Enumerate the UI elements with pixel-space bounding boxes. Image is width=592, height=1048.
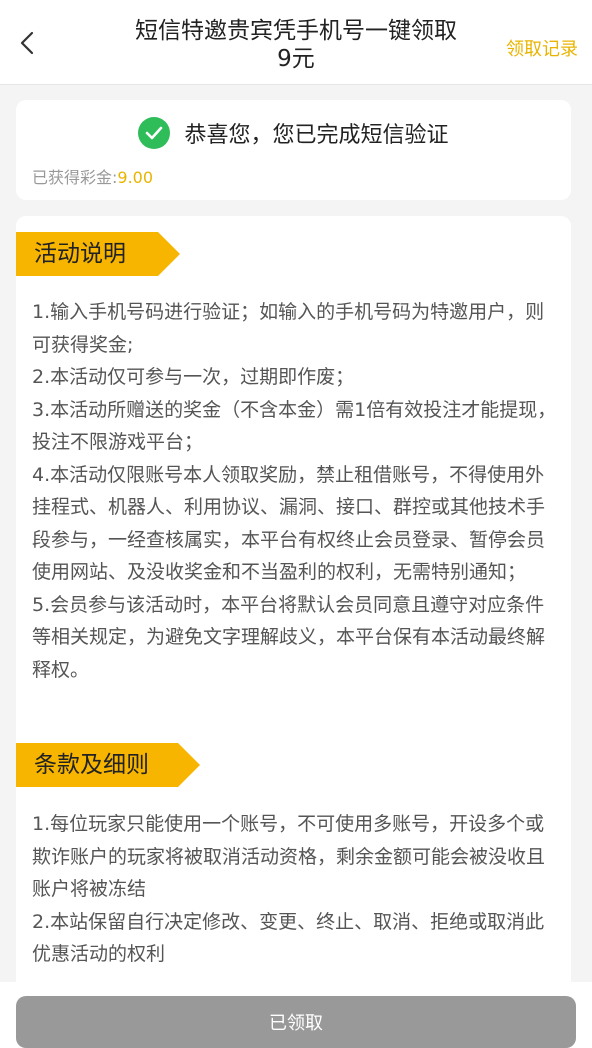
terms-section-tag: 条款及细则 [16,743,200,787]
page-title: 短信特邀贵宾凭手机号一键领取 9元 [110,17,482,73]
terms-rules-list: 1.每位玩家只能使用一个账号，不可使用多账号，开设多个或欺诈账户的玩家将被取消活… [32,808,560,971]
activity-rule-item: 3.本活动所赠送的奖金（不含本金）需1倍有效投注才能提现，投注不限游戏平台； [32,398,557,454]
page-title-line-2: 9元 [277,46,315,72]
chevron-left-icon [20,31,34,55]
activity-section-tag: 活动说明 [16,232,180,276]
verification-status: 恭喜您，您已完成短信验证 [16,116,571,150]
bonus-label: 已获得彩金: [32,168,118,187]
claimed-button[interactable]: 已领取 [16,996,576,1048]
page-title-line-1: 短信特邀贵宾凭手机号一键领取 [135,18,457,44]
check-circle-icon [138,117,171,149]
bonus-value: 9.00 [117,168,154,187]
activity-rule-item: 4.本活动仅限账号本人领取奖励，禁止租借账号，不得使用外挂程式、机器人、利用协议… [32,463,546,584]
activity-rule-item: 1.输入手机号码进行验证；如输入的手机号码为特邀用户，则可获得奖金; [32,301,545,356]
activity-rule-item: 5.会员参与该活动时，本平台将默认会员同意且遵守对应条件等相关规定，为避免文字理… [32,593,546,681]
bottom-action-bar: 已领取 [0,982,592,1048]
activity-section-title: 活动说明 [34,241,126,267]
verification-card: 恭喜您，您已完成短信验证 已获得彩金:9.00 [16,100,571,200]
verification-message: 恭喜您，您已完成短信验证 [184,123,449,148]
activity-rule-item: 2.本活动仅可参与一次，过期即作废； [32,366,355,388]
rules-card: 活动说明 1.输入手机号码进行验证；如输入的手机号码为特邀用户，则可获得奖金; … [16,216,571,996]
terms-section-title: 条款及细则 [34,752,149,778]
activity-rules-list: 1.输入手机号码进行验证；如输入的手机号码为特邀用户，则可获得奖金; 2.本活动… [32,296,560,686]
back-button[interactable] [12,28,42,58]
terms-rule-item: 2.本站保留自行决定修改、变更、终止、取消、拒绝或取消此优惠活动的权利 [32,910,545,966]
terms-rule-item: 1.每位玩家只能使用一个账号，不可使用多账号，开设多个或欺诈账户的玩家将被取消活… [32,813,546,900]
claim-records-link[interactable]: 领取记录 [506,35,578,61]
bonus-info: 已获得彩金:9.00 [32,164,153,188]
top-nav-bar: 短信特邀贵宾凭手机号一键领取 9元 领取记录 [0,0,592,85]
